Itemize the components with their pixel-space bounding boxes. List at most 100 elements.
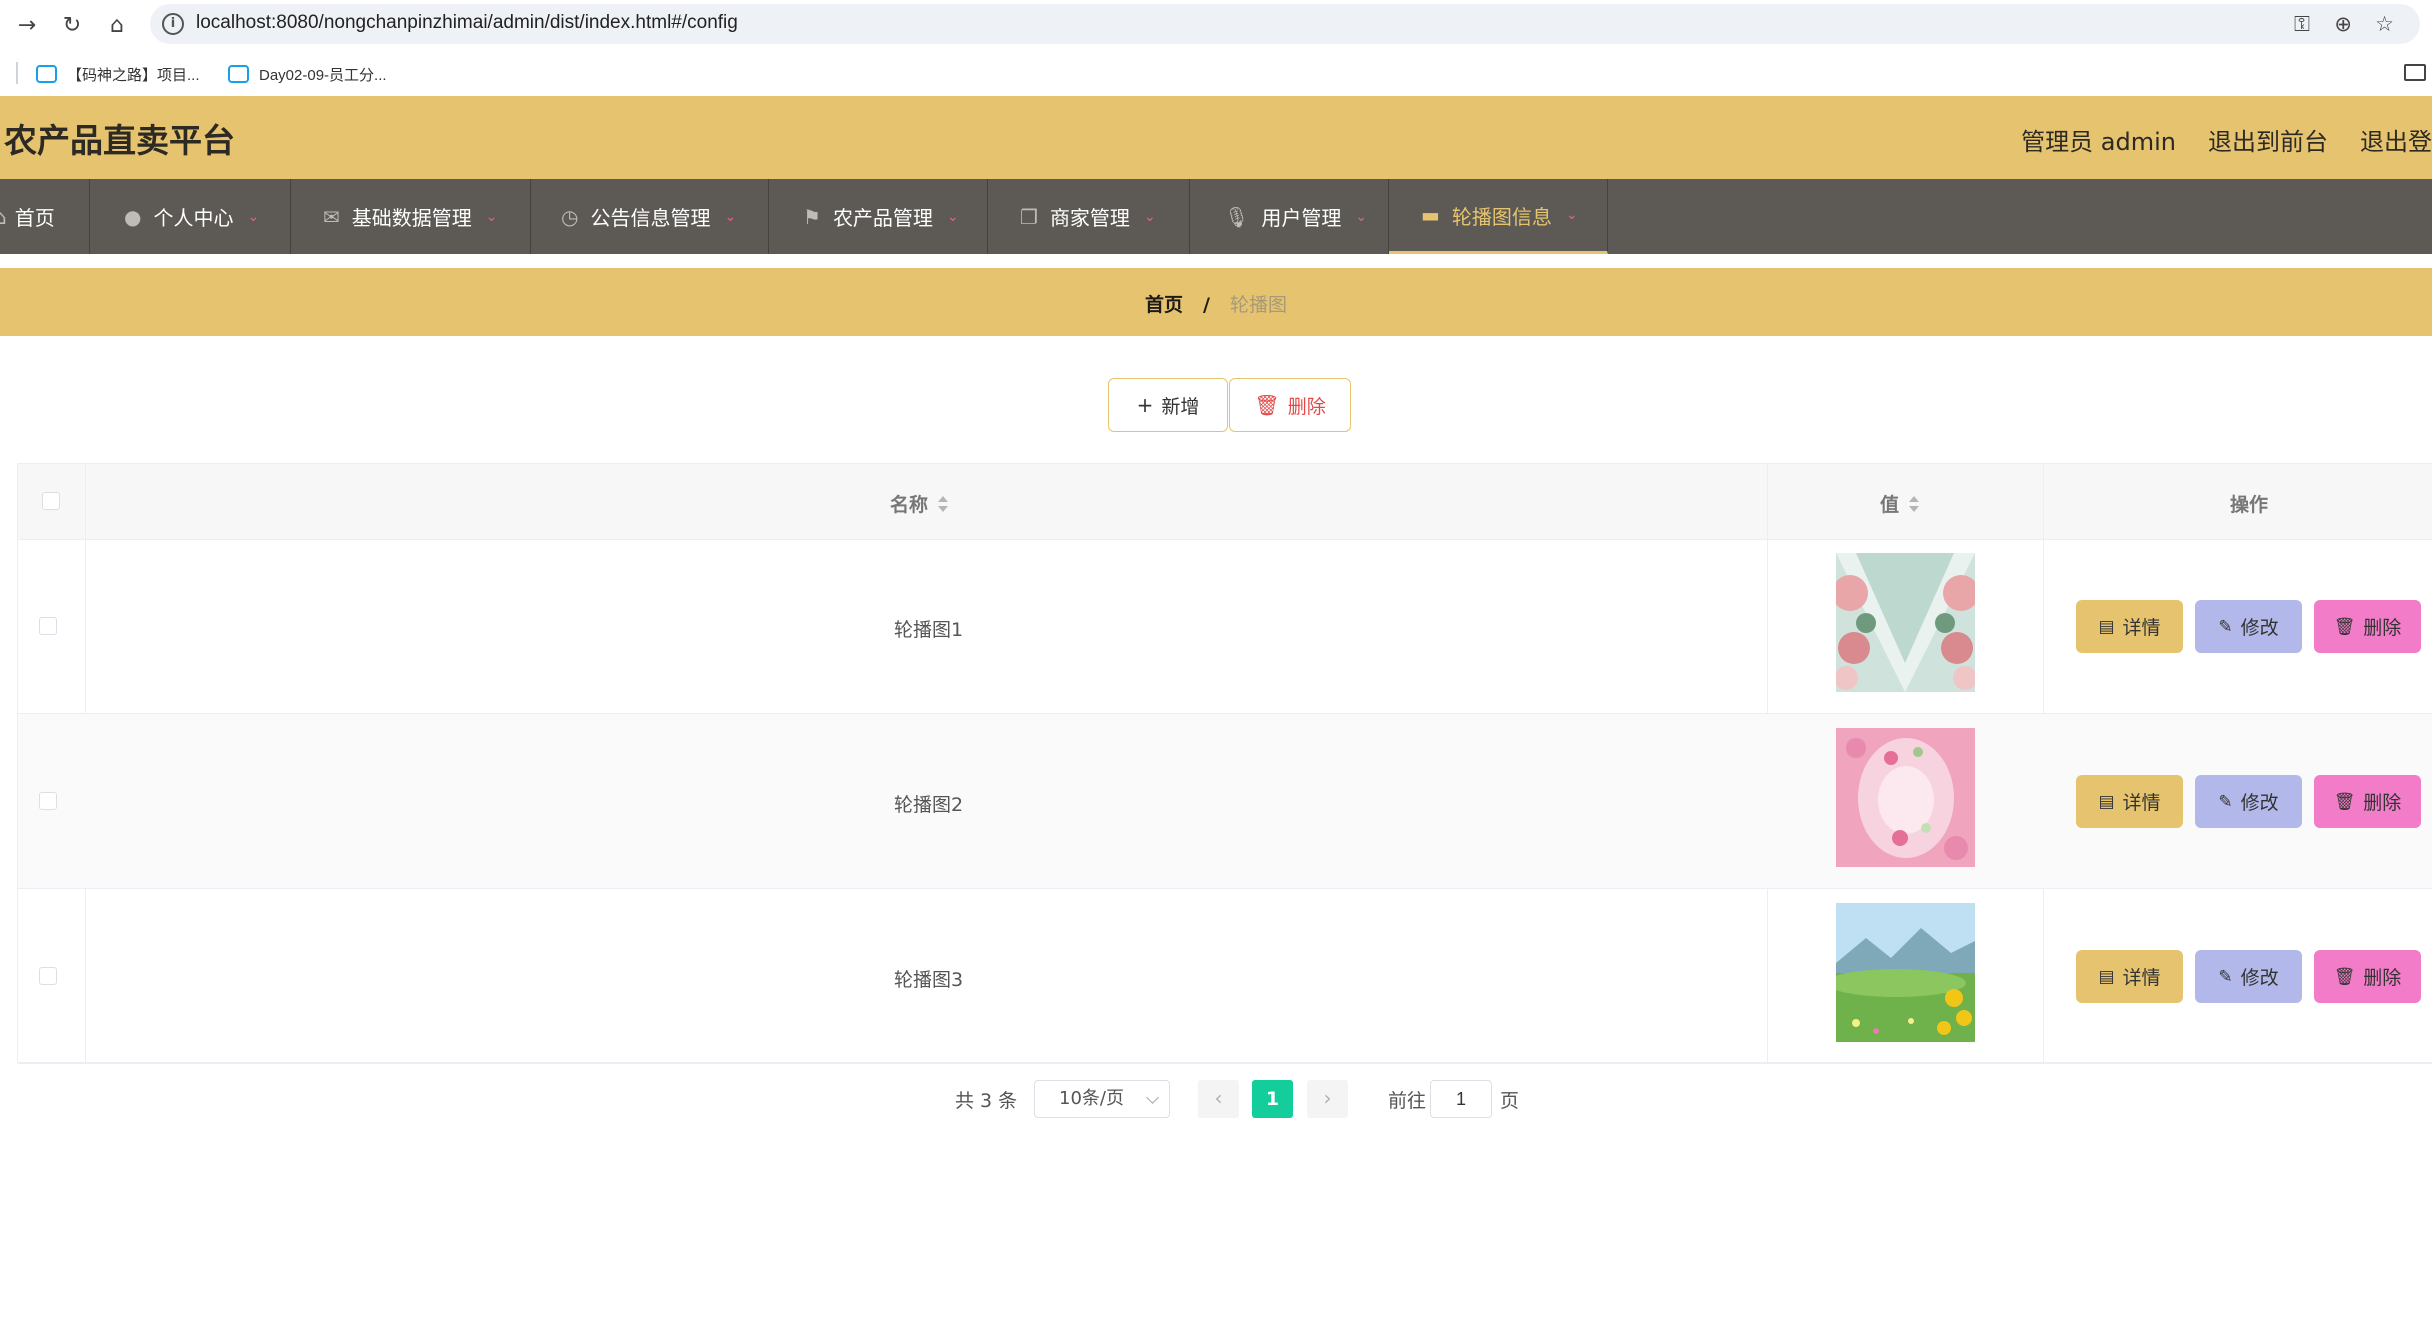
nav-item-announcements[interactable]: ◷ 公告信息管理 ⌄	[531, 179, 769, 254]
edit-label: 修改	[2240, 792, 2279, 814]
page-number-button[interactable]: 1	[1252, 1080, 1293, 1118]
site-info-icon[interactable]: i	[162, 13, 184, 35]
bookmark-item[interactable]: Day02-09-员工分...	[228, 62, 387, 86]
breadcrumb-home[interactable]: 首页	[1145, 294, 1183, 316]
pencil-icon: ✎	[2218, 616, 2233, 637]
delete-button[interactable]: 🗑︎ 删除	[2314, 775, 2421, 828]
key-icon[interactable]: ⚿	[2294, 12, 2310, 37]
select-all-checkbox[interactable]	[42, 492, 60, 510]
row-name: 轮播图1	[894, 619, 964, 641]
trash-icon: 🗑︎	[2333, 966, 2356, 987]
detail-button[interactable]: ▤ 详情	[2076, 950, 2183, 1003]
chevron-down-icon: ⌄	[1355, 208, 1368, 225]
column-header-name[interactable]: 名称	[890, 490, 949, 517]
zoom-icon[interactable]: ⊕	[2334, 12, 2352, 36]
row-name: 轮播图3	[894, 969, 964, 991]
address-bar[interactable]: i localhost:8080/nongchanpinzhimai/admin…	[150, 4, 2420, 44]
nav-item-carousel[interactable]: ▬ 轮播图信息 ⌄	[1389, 179, 1608, 254]
column-header-label: 值	[1880, 494, 1900, 516]
detail-label: 详情	[2122, 967, 2161, 989]
column-header-label: 操作	[2230, 494, 2269, 516]
column-header-label: 名称	[890, 494, 929, 516]
detail-button[interactable]: ▤ 详情	[2076, 775, 2183, 828]
exit-to-frontend-link[interactable]: 退出到前台	[2208, 122, 2328, 157]
nav-item-merchants[interactable]: ❐ 商家管理 ⌄	[988, 179, 1190, 254]
trash-icon: 🗑︎	[2333, 616, 2356, 637]
delete-button-label: 删除	[1287, 395, 1326, 418]
chevron-down-icon: ⌄	[247, 208, 260, 225]
table-row: 轮播图1 ▤ 详情 ✎ 修改 🗑︎ 删除	[18, 539, 2432, 714]
folder-icon[interactable]	[2404, 64, 2426, 81]
delete-label: 删除	[2363, 617, 2402, 639]
edit-button[interactable]: ✎ 修改	[2195, 775, 2302, 828]
mail-icon: ✉	[323, 204, 340, 229]
batch-delete-button[interactable]: 🗑︎ 删除	[1229, 378, 1351, 432]
microphone-icon: 🎙︎	[1224, 204, 1250, 229]
browser-toolbar: → ↻ ⌂ i localhost:8080/nongchanpinzhimai…	[0, 0, 2432, 50]
chevron-down-icon: ⌄	[1565, 207, 1578, 223]
nav-item-label: 首页	[14, 206, 55, 230]
chevron-down-icon: ⌄	[946, 208, 959, 225]
pagination-total: 共 3 条	[955, 1090, 1018, 1112]
trash-icon: 🗑︎	[1254, 393, 1280, 417]
bookmark-label: Day02-09-员工分...	[259, 66, 387, 84]
bookmark-item[interactable]: 【码神之路】项目...	[36, 62, 200, 86]
add-button[interactable]: + 新增	[1108, 378, 1228, 432]
carousel-thumbnail-3[interactable]	[1836, 903, 1975, 1042]
nav-item-products[interactable]: ⚑ 农产品管理 ⌄	[769, 179, 988, 254]
edit-label: 修改	[2240, 617, 2279, 639]
detail-label: 详情	[2122, 617, 2161, 639]
next-page-button[interactable]: ›	[1307, 1080, 1348, 1118]
bilibili-icon	[228, 65, 249, 83]
copy-icon: ❐	[1020, 204, 1038, 229]
row-checkbox[interactable]	[39, 967, 57, 985]
column-header-value[interactable]: 值	[1880, 490, 1920, 517]
delete-button[interactable]: 🗑︎ 删除	[2314, 600, 2421, 653]
bookmarks-bar: 【码神之路】项目... Day02-09-员工分...	[0, 50, 2432, 96]
row-name: 轮播图2	[894, 794, 964, 816]
reload-icon[interactable]: ↻	[57, 10, 87, 40]
home-icon: ⌂	[0, 204, 7, 229]
carousel-thumbnail-2[interactable]	[1836, 728, 1975, 867]
sort-icon[interactable]	[1909, 494, 1920, 514]
detail-button[interactable]: ▤ 详情	[2076, 600, 2183, 653]
url-text[interactable]: localhost:8080/nongchanpinzhimai/admin/d…	[196, 12, 738, 34]
nav-item-users[interactable]: 🎙︎ 用户管理 ⌄	[1190, 179, 1389, 254]
nav-item-label: 公告信息管理	[590, 206, 711, 230]
goto-page-input[interactable]	[1430, 1080, 1492, 1118]
page-size-select[interactable]: 10条/页	[1034, 1080, 1170, 1118]
main-nav: ⌂ 首页 ● 个人中心 ⌄ ✉ 基础数据管理 ⌄ ◷ 公告信息管理 ⌄ ⚑ 农产…	[0, 179, 2432, 254]
nav-item-base-data[interactable]: ✉ 基础数据管理 ⌄	[291, 179, 531, 254]
trash-icon: 🗑︎	[2333, 791, 2356, 812]
admin-user-link[interactable]: 管理员 admin	[2021, 122, 2176, 157]
edit-label: 修改	[2240, 967, 2279, 989]
chevron-down-icon: ⌄	[1143, 208, 1156, 225]
edit-button[interactable]: ✎ 修改	[2195, 950, 2302, 1003]
home-page-icon[interactable]: ⌂	[102, 10, 132, 40]
document-icon: ▤	[2098, 966, 2115, 987]
breadcrumb-current: 轮播图	[1230, 294, 1288, 316]
table-row: 轮播图3 ▤ 详情 ✎ 修改 🗑︎ 删除	[18, 889, 2432, 1064]
prev-page-button[interactable]: ‹	[1198, 1080, 1239, 1118]
clock-icon: ◷	[561, 204, 579, 229]
delete-button[interactable]: 🗑︎ 删除	[2314, 950, 2421, 1003]
detail-label: 详情	[2122, 792, 2161, 814]
nav-item-personal-center[interactable]: ● 个人中心 ⌄	[90, 179, 291, 254]
breadcrumb-separator: /	[1203, 294, 1210, 316]
bookmark-separator	[16, 62, 18, 84]
nav-item-home[interactable]: ⌂ 首页	[0, 179, 90, 254]
bookmark-star-icon[interactable]: ☆	[2375, 12, 2394, 36]
bookmark-label: 【码神之路】项目...	[67, 66, 200, 84]
edit-button[interactable]: ✎ 修改	[2195, 600, 2302, 653]
forward-icon[interactable]: →	[12, 10, 42, 40]
nav-item-label: 农产品管理	[832, 206, 933, 230]
column-header-actions: 操作	[2230, 490, 2268, 517]
table-row: 轮播图2 ▤ 详情 ✎ 修改 🗑︎ 删除	[18, 714, 2432, 889]
sort-icon[interactable]	[938, 494, 949, 514]
nav-item-label: 商家管理	[1049, 206, 1130, 230]
row-checkbox[interactable]	[39, 792, 57, 810]
carousel-thumbnail-1[interactable]	[1836, 553, 1975, 692]
logout-link[interactable]: 退出登	[2360, 122, 2432, 157]
row-checkbox[interactable]	[39, 617, 57, 635]
nav-item-label: 基础数据管理	[351, 206, 472, 230]
